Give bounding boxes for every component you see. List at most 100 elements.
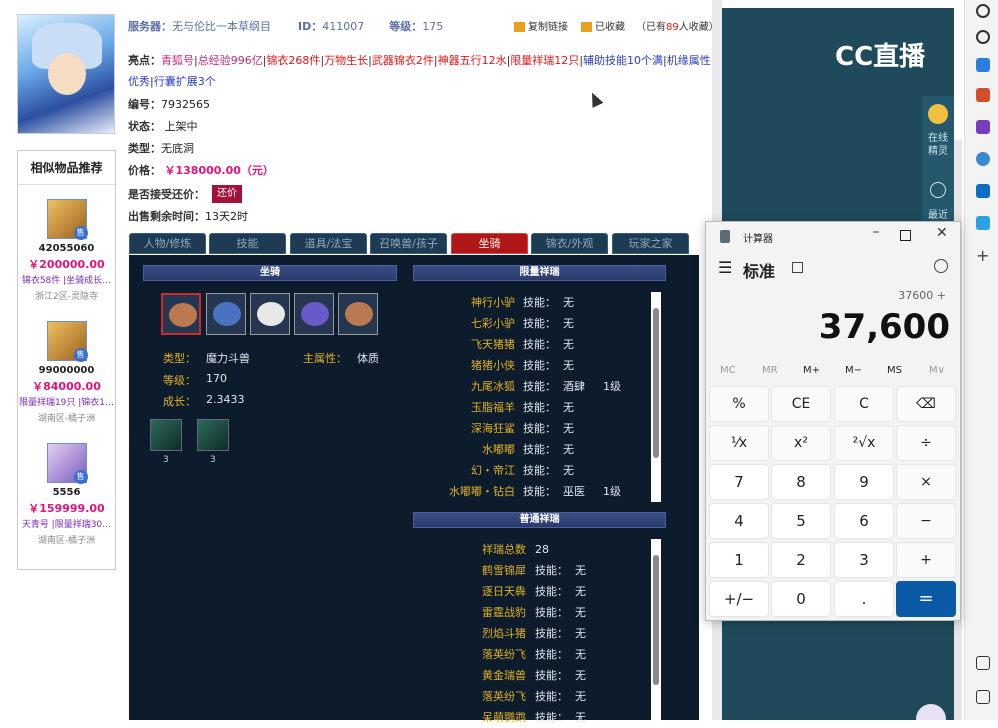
square-button[interactable]: x² (771, 425, 831, 461)
mount-skill-icon[interactable] (150, 419, 182, 451)
similar-item-image[interactable]: 售 (46, 199, 88, 240)
similar-item-tags[interactable]: 锦衣58件 |坐骑成长… (18, 273, 115, 286)
memory-recall[interactable]: MR (762, 365, 778, 376)
memory-store[interactable]: MS (887, 365, 902, 376)
mount-growth-label: 成长： (163, 395, 196, 408)
backspace-button[interactable]: ⌫ (896, 386, 956, 422)
search-icon[interactable] (976, 4, 990, 18)
normal-header: 普通祥瑞 (413, 512, 666, 528)
highlight-tag: 青狐号 (161, 54, 194, 67)
divide-button[interactable]: ÷ (896, 425, 956, 461)
digit-1-button[interactable]: 1 (709, 542, 769, 578)
history-icon[interactable] (934, 259, 948, 273)
mount-slot[interactable] (338, 293, 378, 335)
mount-slot[interactable] (294, 293, 334, 335)
chess-icon[interactable] (976, 120, 990, 134)
digit-5-button[interactable]: 5 (771, 503, 831, 539)
search-icon[interactable] (976, 30, 990, 44)
memory-subtract[interactable]: M− (845, 365, 862, 376)
clock-icon[interactable] (930, 182, 946, 198)
digit-0-button[interactable]: 0 (771, 581, 831, 617)
mount-slot[interactable] (250, 293, 290, 335)
add-icon[interactable]: + (976, 246, 989, 265)
maximize-button[interactable] (900, 230, 911, 241)
digit-4-button[interactable]: 4 (709, 503, 769, 539)
bargain-button[interactable]: 还价 (212, 185, 242, 203)
limited-name: 九尾冰狐 (471, 380, 515, 393)
similar-item[interactable]: 售 42055060 ￥200000.00 锦衣58件 |坐骑成长… 浙江2区-… (18, 199, 115, 302)
seller-info: 服务器：无与伦比一本草纲目 ID：411007 等级：175 (128, 18, 443, 34)
mount-slot[interactable] (206, 293, 246, 335)
tab-mounts[interactable]: 坐骑 (451, 233, 528, 254)
negate-button[interactable]: +/− (709, 581, 769, 617)
similar-item-location: 浙江2区-灵隐寺 (35, 292, 98, 302)
tab-summons[interactable]: 召唤兽/孩子 (370, 233, 447, 254)
similar-item[interactable]: 售 5556 ￥159999.00 天青号 |限量祥瑞30… 湖南区-橘子洲 (18, 443, 115, 546)
external-link-icon[interactable] (976, 690, 990, 704)
normal-scrollbar[interactable] (651, 539, 661, 720)
tab-character[interactable]: 人物/修炼 (129, 233, 206, 254)
memory-list[interactable]: M∨ (929, 365, 945, 376)
digit-2-button[interactable]: 2 (771, 542, 831, 578)
reciprocal-button[interactable]: ¹⁄x (709, 425, 769, 461)
percent-button[interactable]: % (709, 386, 769, 422)
favorite-button[interactable]: 已收藏 (581, 18, 625, 33)
memory-clear[interactable]: MC (720, 365, 736, 376)
memory-add[interactable]: M+ (803, 365, 820, 376)
sale-badge: 售 (73, 348, 88, 362)
skill-label: 技能： (535, 606, 568, 619)
digit-3-button[interactable]: 3 (834, 542, 894, 578)
similar-item-image[interactable]: 售 (46, 321, 88, 362)
clear-button[interactable]: C (834, 386, 894, 422)
similar-item-tags[interactable]: 天青号 |限量祥瑞30… (18, 517, 115, 530)
digit-8-button[interactable]: 8 (771, 464, 831, 500)
calculator-expression: 37600 + (898, 289, 946, 302)
online-sprite-label[interactable]: 在线精灵 (924, 132, 952, 158)
normal-skill: 无 (575, 564, 586, 577)
scrollbar-thumb[interactable] (653, 308, 659, 458)
decimal-button[interactable]: . (834, 581, 894, 617)
circle-app-icon[interactable] (976, 152, 990, 166)
keep-on-top-icon[interactable] (792, 262, 803, 273)
tab-home[interactable]: 玩家之家 (612, 233, 689, 254)
split-screen-icon[interactable] (976, 656, 990, 670)
tab-skills[interactable]: 技能 (209, 233, 286, 254)
similar-item-image[interactable]: 售 (46, 443, 88, 484)
sqrt-button[interactable]: ²√x (834, 425, 894, 461)
similar-item[interactable]: 售 99000000 ￥84000.00 限量祥瑞19只 |锦衣1… 湖南区-橘… (18, 321, 115, 424)
tag-icon[interactable] (976, 58, 990, 72)
subtract-button[interactable]: − (896, 503, 956, 539)
mount-slot[interactable] (161, 293, 201, 335)
limited-scrollbar[interactable] (651, 292, 661, 502)
stream-sidebar: 在线精灵 最近 (922, 96, 954, 231)
status-row: 状态： 上架中 (128, 118, 198, 134)
skill-label: 技能： (523, 296, 556, 309)
digit-7-button[interactable]: 7 (709, 464, 769, 500)
add-button[interactable]: + (896, 542, 956, 578)
close-button[interactable]: ✕ (936, 225, 948, 241)
copy-link-button[interactable]: 复制链接 (514, 18, 568, 33)
skill-label: 技能： (523, 464, 556, 477)
scrollbar-thumb[interactable] (653, 555, 659, 685)
clear-entry-button[interactable]: CE (771, 386, 831, 422)
outlook-icon[interactable] (976, 184, 990, 198)
similar-item-tags[interactable]: 限量祥瑞19只 |锦衣1… (18, 395, 115, 408)
multiply-button[interactable]: × (896, 464, 956, 500)
tab-outfits[interactable]: 锦衣/外观 (531, 233, 608, 254)
digit-6-button[interactable]: 6 (834, 503, 894, 539)
mount-skill-icon[interactable] (197, 419, 229, 451)
tab-items[interactable]: 道具/法宝 (290, 233, 367, 254)
recent-label[interactable]: 最近 (924, 206, 952, 221)
limited-name: 七彩小驴 (471, 317, 515, 330)
toolbox-icon[interactable] (976, 88, 990, 102)
menu-icon[interactable]: ☰ (718, 258, 732, 277)
skill-label: 技能： (523, 359, 556, 372)
sprite-icon[interactable] (928, 104, 948, 124)
equals-button[interactable]: = (896, 581, 956, 617)
limited-name: 猪猪小侠 (471, 359, 515, 372)
send-icon[interactable] (976, 216, 990, 230)
normal-skill: 无 (575, 690, 586, 703)
bargain-label: 是否接受还价： (128, 188, 205, 201)
digit-9-button[interactable]: 9 (834, 464, 894, 500)
minimize-button[interactable]: – (864, 224, 888, 240)
